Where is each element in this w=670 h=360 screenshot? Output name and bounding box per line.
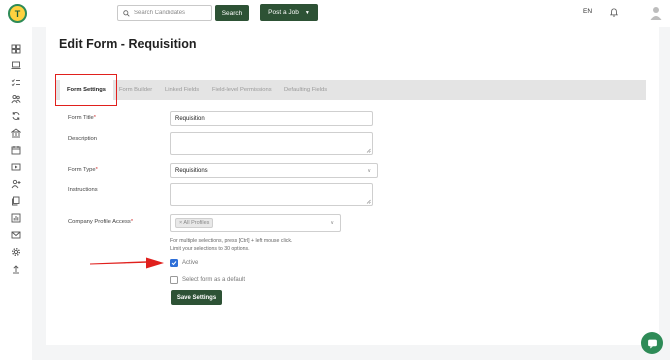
calendar-icon[interactable]	[11, 145, 21, 155]
user-avatar[interactable]	[650, 6, 662, 20]
save-settings-button[interactable]: Save Settings	[171, 290, 222, 305]
tab-defaulting-fields[interactable]: Defaulting Fields	[284, 80, 327, 100]
chevron-down-icon: ∨	[330, 220, 334, 226]
annotation-highlight-box	[55, 74, 117, 106]
user-add-icon[interactable]	[11, 179, 21, 189]
multiselect-hint: For multiple selections, press [Ctrl] + …	[170, 238, 292, 254]
laptop-icon[interactable]	[11, 60, 21, 70]
description-label: Description	[68, 136, 97, 142]
page-title: Edit Form - Requisition	[59, 37, 197, 51]
post-job-label: Post a Job	[268, 9, 299, 16]
instructions-label: Instructions	[68, 187, 98, 193]
checklist-icon[interactable]	[11, 78, 21, 88]
tab-form-builder[interactable]: Form Builder	[119, 80, 152, 100]
reports-icon[interactable]	[11, 213, 21, 223]
building-icon[interactable]	[11, 128, 21, 138]
sync-icon[interactable]	[11, 111, 21, 121]
form-title-input[interactable]: Requisition	[170, 111, 373, 126]
company-profile-access-multiselect[interactable]: × All Profiles ∨	[170, 214, 341, 232]
chevron-down-icon: ▼	[304, 9, 310, 16]
hint-line-2: Limit your selections to 30 options.	[170, 245, 250, 252]
search-input[interactable]	[134, 10, 209, 16]
app-logo[interactable]: T	[8, 4, 27, 23]
active-label: Active	[182, 260, 199, 266]
chat-icon	[647, 339, 657, 348]
default-form-label: Select form as a default	[182, 277, 246, 283]
chevron-down-icon: ∨	[367, 167, 371, 174]
form-type-value: Requisitions	[175, 167, 208, 174]
form-title-label: Form Title*	[68, 115, 97, 121]
upload-icon[interactable]	[11, 264, 21, 274]
bell-icon[interactable]	[610, 8, 618, 17]
tab-field-level-permissions[interactable]: Field-level Permissions	[212, 80, 272, 100]
chat-button[interactable]	[641, 332, 663, 354]
video-icon[interactable]	[11, 162, 21, 172]
form-type-select[interactable]: Requisitions ∨	[170, 163, 378, 178]
search-field[interactable]	[117, 5, 212, 21]
hint-line-1: For multiple selections, press [Ctrl] + …	[170, 238, 293, 244]
check-icon	[171, 261, 177, 266]
form-type-label: Form Type*	[68, 167, 98, 173]
all-profiles-tag[interactable]: × All Profiles	[175, 218, 214, 228]
post-job-button[interactable]: Post a Job ▼	[260, 4, 318, 21]
active-checkbox[interactable]	[170, 259, 178, 267]
description-textarea[interactable]	[170, 132, 373, 155]
documents-icon[interactable]	[11, 196, 21, 206]
search-icon	[123, 9, 130, 17]
gear-icon[interactable]	[11, 247, 21, 257]
top-bar: T Search Post a Job ▼ EN	[0, 0, 670, 27]
dashboard-icon[interactable]	[11, 44, 21, 54]
users-icon[interactable]	[11, 94, 21, 104]
annotation-arrow	[90, 257, 164, 269]
mail-icon[interactable]	[11, 230, 21, 240]
company-profile-access-label: Company Profile Access*	[68, 219, 134, 225]
language-selector[interactable]: EN	[583, 8, 592, 15]
resize-handle-icon[interactable]	[366, 148, 371, 153]
sidebar	[0, 27, 32, 360]
tab-linked-fields[interactable]: Linked Fields	[165, 80, 199, 100]
default-form-checkbox[interactable]	[170, 276, 178, 284]
instructions-textarea[interactable]	[170, 183, 373, 206]
search-button[interactable]: Search	[215, 5, 249, 21]
resize-handle-icon[interactable]	[366, 199, 371, 204]
